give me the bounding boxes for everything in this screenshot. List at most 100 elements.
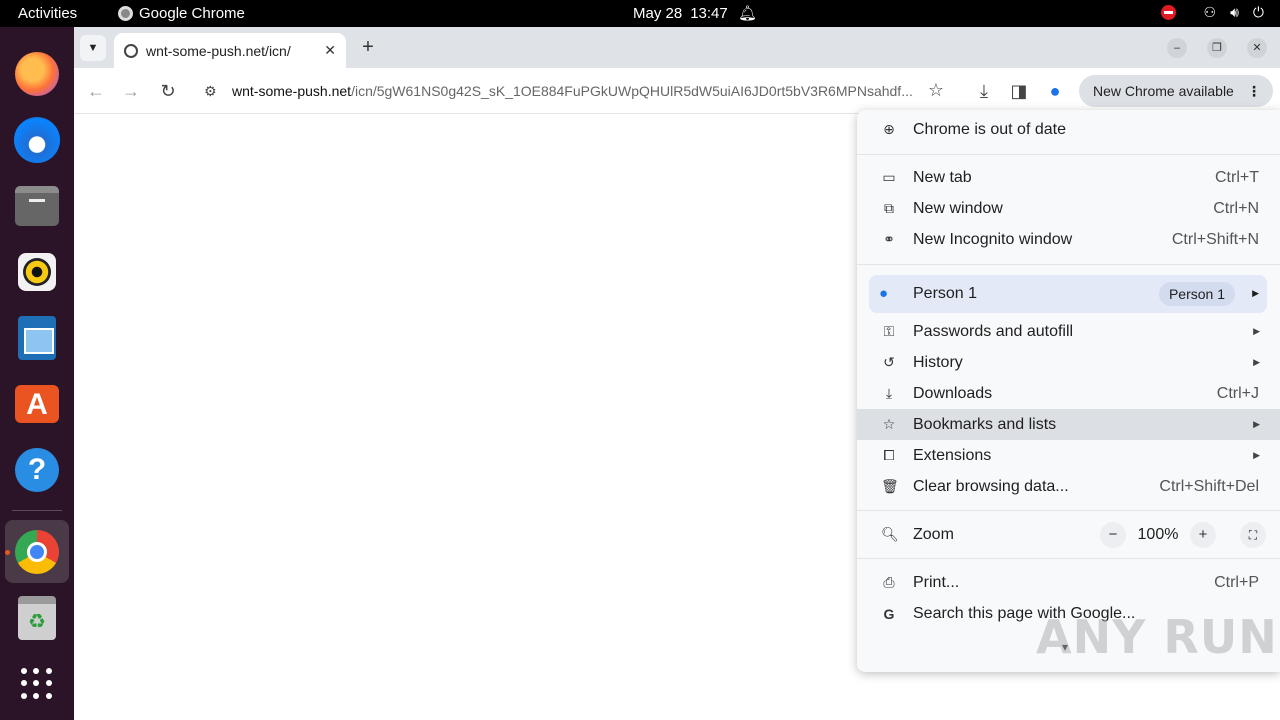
address-bar[interactable]: ⚙ wnt-some-push.net/icn/5gW61NS0g42S_sK_… [194,75,954,107]
menu-out-of-date[interactable]: ⊕ Chrome is out of date [857,114,1280,145]
notification-bell-icon[interactable]: 🔔︎ [738,4,757,22]
dock-separator [12,510,62,511]
running-indicator [5,550,10,555]
clock[interactable]: May 28 13:47 [633,5,728,22]
fullscreen-icon[interactable]: ⛶ [1240,521,1266,548]
menu-dots-icon: ⋮ [1247,83,1261,99]
bookmark-star-icon[interactable]: ☆ [928,80,944,101]
menu-new-tab[interactable]: ▭ New tab Ctrl+T [857,162,1280,193]
active-tab[interactable]: wnt-some-push.net/icn/ ✕ [114,33,346,68]
download-icon: ⤓ [885,385,893,401]
close-window-button[interactable]: ✕ [1247,38,1267,58]
activities-button[interactable]: Activities [18,5,77,22]
dock-files[interactable] [13,182,61,230]
zoom-level: 100% [1137,525,1179,543]
url-host: wnt-some-push.net [232,83,352,99]
menu-person[interactable]: ● Person 1 Person 1 ▶ [869,275,1267,313]
dock-writer[interactable] [13,314,61,362]
history-icon: ↺ [883,354,895,370]
key-icon: ⚿ [883,323,895,339]
person-icon: ● [879,285,889,302]
dock-rhythmbox[interactable] [13,248,61,296]
menu-label: Downloads [913,384,993,402]
trash-can-icon: 🗑︎ [881,478,899,494]
trash-icon: ♻ [18,596,56,640]
site-info-icon[interactable]: ⚙ [204,83,222,100]
update-icon: ⊕ [883,121,895,137]
system-tray[interactable]: ⚇ 🔊︎ ⏻ [1160,4,1264,21]
chevron-right-icon: ▶ [1253,419,1260,429]
show-apps-icon [21,668,53,700]
rhythmbox-icon [18,253,56,291]
star-icon: ☆ [882,416,896,432]
chrome-icon [15,530,59,574]
maximize-button[interactable]: ❐ [1207,38,1227,58]
chevron-right-icon: ▶ [1253,357,1260,367]
side-panel-icon[interactable]: ◨ [1007,79,1031,103]
volume-icon: 🔊︎ [1230,4,1239,20]
google-g-icon: G [883,605,895,622]
person-chip: Person 1 [1158,282,1235,306]
menu-new-window[interactable]: ⧉ New window Ctrl+N [857,193,1280,224]
new-tab-button[interactable]: + [356,35,380,59]
tab-search-button[interactable]: ▼ [80,35,106,61]
update-chrome-button[interactable]: New Chrome available ⋮ [1079,75,1273,107]
globe-icon [124,43,138,58]
show-apps-button[interactable] [13,660,61,708]
chevron-right-icon: ▶ [1253,326,1260,336]
update-label: New Chrome available [1093,83,1234,99]
menu-downloads[interactable]: ⤓ Downloads Ctrl+J [857,378,1280,409]
zoom-out-button[interactable]: − [1100,521,1126,548]
dock-thunderbird[interactable] [13,116,61,164]
menu-bookmarks[interactable]: ☆ Bookmarks and lists ▶ [857,409,1280,440]
chrome-app-icon [118,6,133,21]
menu-zoom: 🔍︎ Zoom − 100% + ⛶ [857,519,1280,550]
zoom-in-button[interactable]: + [1190,521,1216,548]
dock-app-center[interactable]: A [13,380,61,428]
url-path: /icn/5gW61NS0g42S_sK_1OE884FuPGkUWpQHUlR… [351,83,913,99]
menu-passwords[interactable]: ⚿ Passwords and autofill ▶ [857,316,1280,347]
menu-label: New window [913,199,1003,217]
app-menu[interactable]: Google Chrome [118,5,245,22]
toolbar: ← → ↻ ⚙ wnt-some-push.net/icn/5gW61NS0g4… [74,68,1280,114]
dock: A ? ♻ [0,27,74,720]
menu-separator [857,510,1280,511]
do-not-disturb-icon[interactable] [1160,5,1176,20]
chrome-app-menu: ⊕ Chrome is out of date ▭ New tab Ctrl+T… [857,110,1280,672]
thunderbird-icon [14,117,60,163]
menu-label: Bookmarks and lists [913,415,1057,433]
menu-history[interactable]: ↺ History ▶ [857,347,1280,378]
dock-trash[interactable]: ♻ [13,594,61,642]
menu-label: Person 1 [913,285,978,302]
firefox-icon [15,52,59,96]
tab-strip: ▼ wnt-some-push.net/icn/ ✕ + – ❐ ✕ [74,27,1280,68]
tab-close-icon[interactable]: ✕ [324,42,336,59]
dock-chrome[interactable] [13,528,61,576]
menu-print[interactable]: ⎙ Print... Ctrl+P [857,567,1280,598]
back-button[interactable]: ← [84,79,108,103]
profile-icon[interactable]: ● [1043,79,1067,103]
downloads-icon[interactable]: ⤓ [972,79,996,103]
menu-new-incognito[interactable]: ⚭ New Incognito window Ctrl+Shift+N [857,224,1280,255]
menu-shortcut: Ctrl+Shift+N [1171,230,1259,248]
menu-shortcut: Ctrl+T [1215,168,1259,186]
dock-help[interactable]: ? [13,446,61,494]
minimize-button[interactable]: – [1167,38,1187,58]
forward-button[interactable]: → [119,79,143,103]
help-icon: ? [15,448,59,492]
dock-firefox[interactable] [13,50,61,98]
menu-out-of-date-label: Chrome is out of date [913,120,1066,138]
reload-button[interactable]: ↻ [156,79,180,103]
menu-extensions[interactable]: ⧠ Extensions ▶ [857,440,1280,471]
menu-shortcut: Ctrl+P [1214,573,1259,591]
libreoffice-writer-icon [18,316,56,360]
zoom-icon: 🔍︎ [881,526,899,542]
chevron-right-icon: ▶ [1253,450,1260,460]
new-window-icon: ⧉ [884,200,894,216]
menu-label: New tab [913,168,972,186]
menu-label: Extensions [913,446,992,464]
zoom-controls: − 100% + ⛶ [1100,521,1266,548]
menu-label: Zoom [913,525,954,543]
menu-separator [857,154,1280,155]
menu-clear-data[interactable]: 🗑︎ Clear browsing data... Ctrl+Shift+Del [857,471,1280,502]
